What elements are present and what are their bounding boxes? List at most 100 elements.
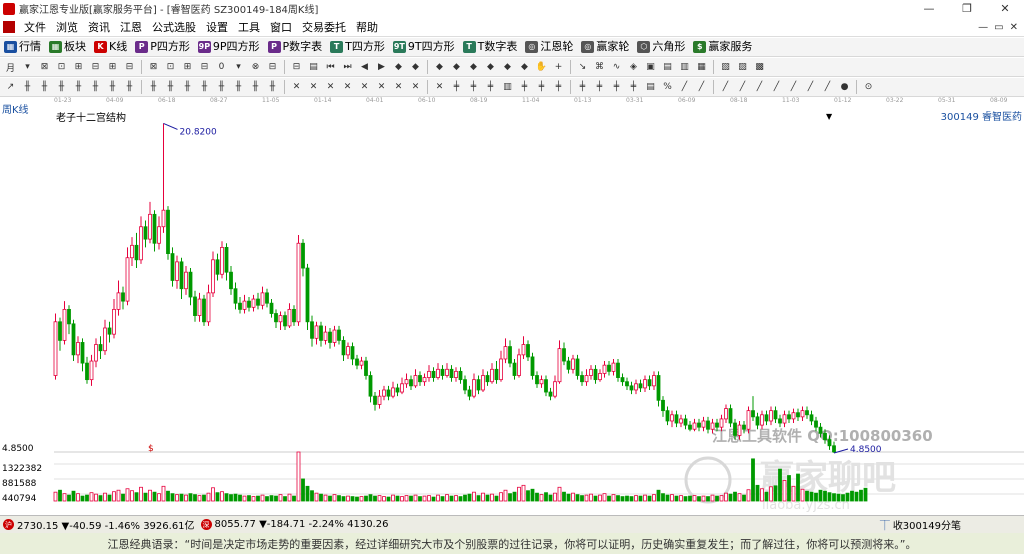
line-tool-20-icon[interactable]: ✕ <box>357 80 372 94</box>
line-tool-16-icon[interactable]: ✕ <box>289 80 304 94</box>
draw-tool-25-icon[interactable]: ◆ <box>449 60 464 74</box>
menu-help[interactable]: 帮助 <box>351 18 383 37</box>
line-tool-0-icon[interactable]: ↗ <box>3 80 18 94</box>
draw-tool-29-icon[interactable]: ◆ <box>517 60 532 74</box>
line-tool-1-icon[interactable]: ╫ <box>20 80 35 94</box>
menu-formula[interactable]: 公式选股 <box>147 18 201 37</box>
line-tool-17-icon[interactable]: ✕ <box>306 80 321 94</box>
toolbar-item-2[interactable]: K K线 <box>90 38 131 56</box>
line-tool-47-icon[interactable]: ● <box>837 80 852 94</box>
draw-tool-7-icon[interactable]: ⊟ <box>122 60 137 74</box>
draw-tool-21-icon[interactable]: ▶ <box>374 60 389 74</box>
draw-tool-16-icon[interactable]: ⊟ <box>289 60 304 74</box>
line-tool-21-icon[interactable]: ✕ <box>374 80 389 94</box>
line-tool-28-icon[interactable]: ▥ <box>500 80 515 94</box>
draw-tool-37-icon[interactable]: ▤ <box>660 60 675 74</box>
draw-tool-38-icon[interactable]: ▥ <box>677 60 692 74</box>
sz-index-text[interactable]: 8055.77 ▼-184.71 -2.24% 4130.26 <box>215 519 389 530</box>
line-tool-12-icon[interactable]: ╫ <box>214 80 229 94</box>
line-tool-6-icon[interactable]: ╫ <box>105 80 120 94</box>
menu-file[interactable]: 文件 <box>19 18 51 37</box>
line-tool-34-icon[interactable]: ╪ <box>609 80 624 94</box>
draw-tool-20-icon[interactable]: ◀ <box>357 60 372 74</box>
draw-tool-32-icon[interactable]: ↘ <box>575 60 590 74</box>
toolbar-item-11[interactable]: ⬡ 六角形 <box>633 38 689 56</box>
line-tool-41-icon[interactable]: ╱ <box>735 80 750 94</box>
draw-tool-14-icon[interactable]: ⊗ <box>248 60 263 74</box>
menu-trade[interactable]: 交易委托 <box>297 18 351 37</box>
draw-tool-5-icon[interactable]: ⊟ <box>88 60 103 74</box>
line-tool-45-icon[interactable]: ╱ <box>803 80 818 94</box>
line-tool-8-icon[interactable]: ╫ <box>146 80 161 94</box>
draw-tool-15-icon[interactable]: ⊟ <box>265 60 280 74</box>
line-tool-22-icon[interactable]: ✕ <box>391 80 406 94</box>
sh-index-text[interactable]: 2730.15 ▼-40.59 -1.46% 3926.61亿 <box>17 517 195 532</box>
mdi-close-button[interactable]: ✕ <box>1010 22 1018 33</box>
draw-tool-11-icon[interactable]: ⊟ <box>197 60 212 74</box>
line-tool-31-icon[interactable]: ╪ <box>551 80 566 94</box>
line-tool-29-icon[interactable]: ╪ <box>517 80 532 94</box>
toolbar-item-12[interactable]: $ 赢家服务 <box>689 38 756 56</box>
toolbar-item-3[interactable]: P P四方形 <box>131 38 194 56</box>
draw-tool-41-icon[interactable]: ▨ <box>735 60 750 74</box>
draw-tool-19-icon[interactable]: ⏭ <box>340 60 355 74</box>
draw-tool-35-icon[interactable]: ◈ <box>626 60 641 74</box>
line-tool-10-icon[interactable]: ╫ <box>180 80 195 94</box>
line-tool-44-icon[interactable]: ╱ <box>786 80 801 94</box>
draw-tool-1-icon[interactable]: ▾ <box>20 60 35 74</box>
line-tool-35-icon[interactable]: ╪ <box>626 80 641 94</box>
line-tool-19-icon[interactable]: ✕ <box>340 80 355 94</box>
line-tool-2-icon[interactable]: ╫ <box>37 80 52 94</box>
mdi-restore-button[interactable]: ▭ <box>994 22 1003 33</box>
draw-tool-8-icon[interactable]: ⊠ <box>146 60 161 74</box>
line-tool-36-icon[interactable]: ▤ <box>643 80 658 94</box>
line-tool-5-icon[interactable]: ╫ <box>88 80 103 94</box>
menu-info[interactable]: 资讯 <box>83 18 115 37</box>
line-tool-25-icon[interactable]: ╪ <box>449 80 464 94</box>
draw-tool-28-icon[interactable]: ◆ <box>500 60 515 74</box>
toolbar-item-6[interactable]: T T四方形 <box>326 38 389 56</box>
draw-tool-39-icon[interactable]: ▦ <box>694 60 709 74</box>
line-tool-38-icon[interactable]: ╱ <box>677 80 692 94</box>
draw-tool-24-icon[interactable]: ◆ <box>432 60 447 74</box>
draw-tool-17-icon[interactable]: ▤ <box>306 60 321 74</box>
line-tool-9-icon[interactable]: ╫ <box>163 80 178 94</box>
line-tool-13-icon[interactable]: ╫ <box>231 80 246 94</box>
draw-tool-2-icon[interactable]: ⊠ <box>37 60 52 74</box>
line-tool-7-icon[interactable]: ╫ <box>122 80 137 94</box>
draw-tool-26-icon[interactable]: ◆ <box>466 60 481 74</box>
draw-tool-27-icon[interactable]: ◆ <box>483 60 498 74</box>
toolbar-item-5[interactable]: P P数字表 <box>264 38 327 56</box>
menu-settings[interactable]: 设置 <box>201 18 233 37</box>
draw-tool-23-icon[interactable]: ◆ <box>408 60 423 74</box>
line-tool-26-icon[interactable]: ╪ <box>466 80 481 94</box>
chart-area[interactable]: 01-23 04-09 06-18 08-27 11-05 01-14 04-01 06-10… <box>0 97 1024 515</box>
mdi-doc-icon[interactable] <box>3 21 15 33</box>
draw-tool-33-icon[interactable]: ⌘ <box>592 60 607 74</box>
menu-browse[interactable]: 浏览 <box>51 18 83 37</box>
line-tool-14-icon[interactable]: ╫ <box>248 80 263 94</box>
line-tool-42-icon[interactable]: ╱ <box>752 80 767 94</box>
line-tool-3-icon[interactable]: ╫ <box>54 80 69 94</box>
toolbar-item-4[interactable]: 9P 9P四方形 <box>194 38 264 56</box>
line-tool-32-icon[interactable]: ╪ <box>575 80 590 94</box>
line-tool-37-icon[interactable]: % <box>660 80 675 94</box>
toolbar-item-8[interactable]: T T数字表 <box>459 38 522 56</box>
draw-tool-18-icon[interactable]: ⏮ <box>323 60 338 74</box>
line-tool-33-icon[interactable]: ╪ <box>592 80 607 94</box>
line-tool-18-icon[interactable]: ✕ <box>323 80 338 94</box>
draw-tool-13-icon[interactable]: ▾ <box>231 60 246 74</box>
draw-tool-22-icon[interactable]: ◆ <box>391 60 406 74</box>
restore-button[interactable]: ❐ <box>948 0 986 17</box>
toolbar-item-1[interactable]: ▦ 板块 <box>45 38 90 56</box>
line-tool-27-icon[interactable]: ╪ <box>483 80 498 94</box>
toolbar-item-9[interactable]: ◎ 江恩轮 <box>521 38 577 56</box>
draw-tool-42-icon[interactable]: ▩ <box>752 60 767 74</box>
toolbar-item-7[interactable]: 9T 9T四方形 <box>389 38 459 56</box>
line-tool-23-icon[interactable]: ✕ <box>408 80 423 94</box>
line-tool-40-icon[interactable]: ╱ <box>718 80 733 94</box>
kline-chart[interactable]: 江恩工具软件 QQ:100800360赢家聊吧liaoba.yjzs.cn20.… <box>0 97 1024 515</box>
draw-tool-3-icon[interactable]: ⊡ <box>54 60 69 74</box>
mdi-minimize-button[interactable]: — <box>978 22 988 33</box>
line-tool-11-icon[interactable]: ╫ <box>197 80 212 94</box>
